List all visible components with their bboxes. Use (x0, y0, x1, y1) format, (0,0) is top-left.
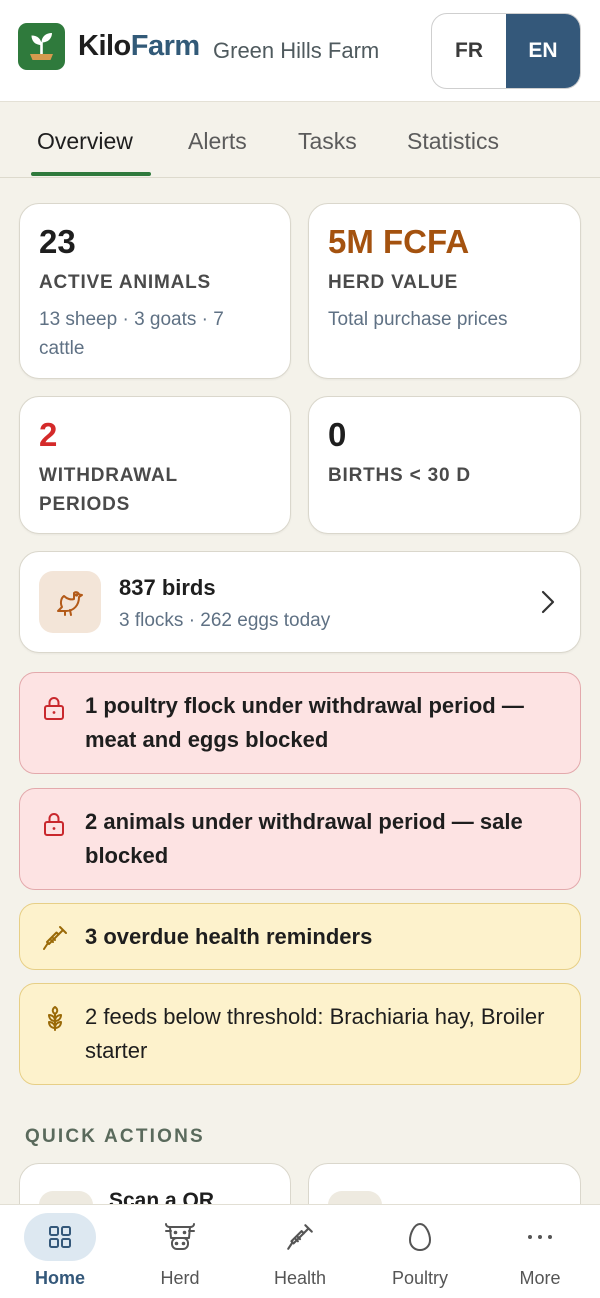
nav-home-label: Home (34, 1268, 85, 1288)
tab-alerts[interactable]: Alerts (188, 126, 247, 156)
poultry-summary-card[interactable]: 837 birds 3 flocks · 262 eggs today (19, 551, 581, 653)
tab-statistics[interactable]: Statistics (407, 126, 499, 156)
births-label: BIRTHS < 30 D (328, 465, 471, 486)
tab-tasks[interactable]: Tasks (298, 126, 357, 156)
nav-herd[interactable]: Herd (120, 1205, 240, 1298)
wheat-icon (48, 1006, 62, 1031)
nav-poultry-label: Poultry (391, 1268, 449, 1288)
more-dots-icon (480, 1219, 600, 1255)
chevron-right-icon (541, 590, 555, 614)
brand-kilo: Kilo (78, 30, 131, 62)
tab-overview[interactable]: Overview (37, 126, 133, 156)
cow-icon (120, 1219, 240, 1255)
herd-value-amount: 5M FCFA (328, 223, 470, 260)
kilofarm-logo-icon (18, 23, 65, 70)
alert-poultry-withdrawal-text: 1 poultry flock under withdrawal period … (85, 693, 524, 752)
alert-animals-withdrawal-text: 2 animals under withdrawal period — sale… (85, 809, 523, 868)
herd-value-sub: Total purchase prices (328, 309, 508, 330)
herd-value-label: HERD VALUE (328, 272, 459, 293)
lock-icon (44, 813, 64, 836)
app-header: KiloFarm Green Hills Farm FR EN (0, 0, 600, 102)
alert-feed-threshold[interactable]: 2 feeds below threshold: Brachiaria hay,… (19, 983, 581, 1085)
alert-animals-withdrawal[interactable]: 2 animals under withdrawal period — sale… (19, 788, 581, 890)
lock-icon (44, 697, 64, 720)
active-tab-indicator (31, 172, 151, 176)
language-switcher: FR EN (431, 13, 581, 89)
nav-more-label: More (519, 1268, 561, 1288)
births-count: 0 (328, 416, 347, 453)
active-animals-breakdown: 13 sheep · 3 goats · 7 cattle (39, 309, 224, 359)
alert-health-reminders[interactable]: 3 overdue health reminders (19, 903, 581, 970)
syringe-icon (240, 1219, 360, 1255)
nav-health[interactable]: Health (240, 1205, 360, 1298)
bird-icon (39, 571, 101, 633)
nav-home[interactable]: Home (0, 1205, 120, 1298)
nav-poultry[interactable]: Poultry (360, 1205, 480, 1298)
stat-card-herd-value[interactable]: 5M FCFA HERD VALUE Total purchase prices (308, 203, 581, 379)
stat-card-active-animals[interactable]: 23 ACTIVE ANIMALS 13 sheep · 3 goats · 7… (19, 203, 291, 379)
stat-card-withdrawal[interactable]: 2 WITHDRAWAL PERIODS (19, 396, 291, 534)
alert-poultry-withdrawal[interactable]: 1 poultry flock under withdrawal period … (19, 672, 581, 774)
nav-more[interactable]: More (480, 1205, 600, 1298)
lang-en-button[interactable]: EN (506, 14, 580, 88)
quick-actions-heading: QUICK ACTIONS (25, 1126, 205, 1147)
tab-bar: Overview Alerts Tasks Statistics (0, 102, 600, 178)
lang-fr-button[interactable]: FR (432, 14, 506, 88)
active-animals-count: 23 (39, 223, 76, 260)
grid-icon (0, 1219, 120, 1255)
syringe-icon (43, 926, 67, 950)
alert-health-reminders-text: 3 overdue health reminders (85, 924, 373, 949)
birds-count: 837 birds (119, 575, 216, 600)
stat-card-births[interactable]: 0 BIRTHS < 30 D (308, 396, 581, 534)
alert-feed-threshold-text: 2 feeds below threshold: Brachiaria hay,… (85, 1004, 545, 1063)
bottom-navigation: Home Herd Health Poultry More (0, 1204, 600, 1298)
nav-health-label: Health (273, 1268, 327, 1288)
withdrawal-label: WITHDRAWAL PERIODS (39, 465, 178, 515)
farm-name: Green Hills Farm (213, 38, 380, 63)
egg-icon (360, 1219, 480, 1255)
birds-summary: 3 flocks · 262 eggs today (119, 610, 331, 631)
brand-name: KiloFarm (78, 30, 200, 62)
nav-herd-label: Herd (160, 1268, 200, 1288)
withdrawal-count: 2 (39, 416, 58, 453)
brand-farm: Farm (130, 30, 200, 62)
active-animals-label: ACTIVE ANIMALS (39, 272, 211, 293)
